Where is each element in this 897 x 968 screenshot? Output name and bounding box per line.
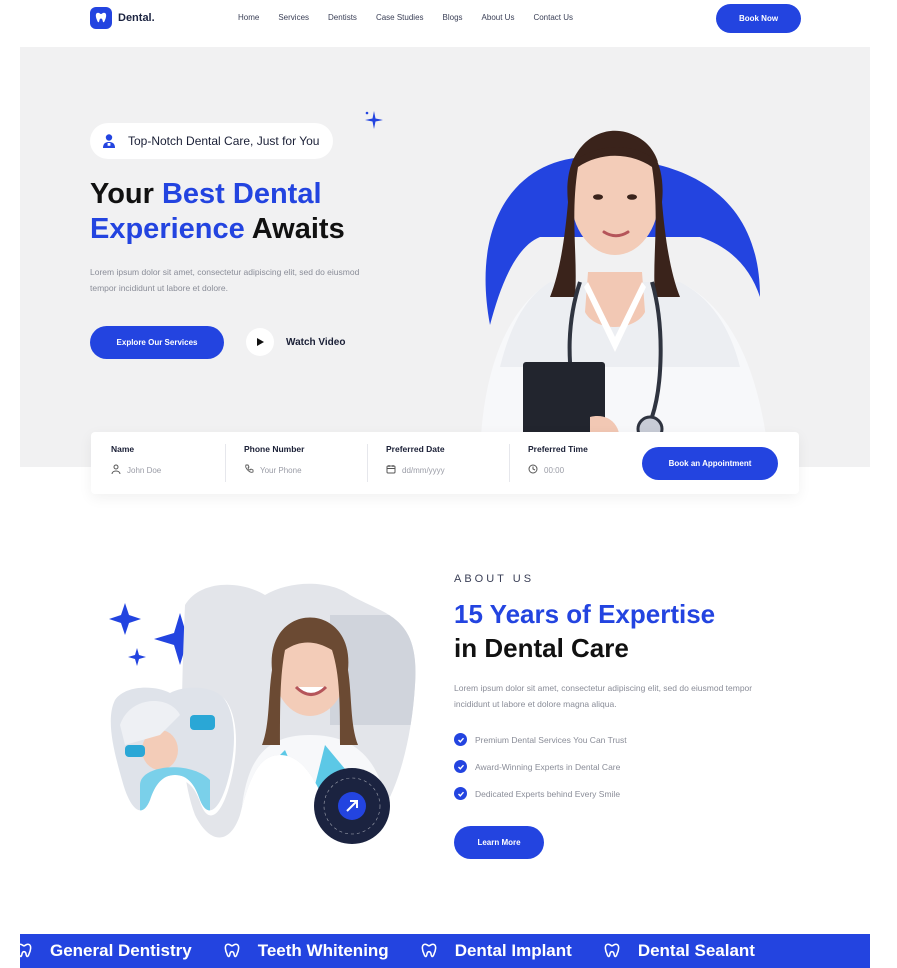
- hero-description: Lorem ipsum dolor sit amet, consectetur …: [90, 267, 360, 293]
- calendar-icon: [386, 464, 396, 476]
- hero-title-part-2: Awaits: [244, 213, 345, 245]
- dentist-icon: [100, 132, 118, 150]
- time-input[interactable]: 00:00: [544, 466, 564, 475]
- divider: [367, 444, 368, 482]
- book-now-button[interactable]: Book Now: [716, 4, 801, 33]
- list-item: Award-Winning Experts in Dental Care: [454, 753, 627, 780]
- check-icon: [454, 760, 467, 773]
- nav-link-contact[interactable]: Contact Us: [533, 13, 573, 22]
- date-field-label: Preferred Date: [386, 444, 445, 454]
- about-image: [109, 583, 416, 844]
- divider: [509, 444, 510, 482]
- hero-title: Your Best Dental Experience Awaits: [90, 177, 410, 247]
- phone-field[interactable]: Phone Number Your Phone: [244, 444, 304, 476]
- logo-text: Dental.: [118, 12, 155, 24]
- list-item: Premium Dental Services You Can Trust: [454, 726, 627, 753]
- user-icon: [111, 464, 121, 476]
- learn-more-button[interactable]: Learn More: [454, 826, 544, 859]
- marquee-item: Teeth Whitening: [257, 941, 389, 960]
- time-field[interactable]: Preferred Time 00:00: [528, 444, 588, 476]
- time-field-label: Preferred Time: [528, 444, 588, 454]
- phone-input[interactable]: Your Phone: [260, 466, 302, 475]
- tooth-icon: [602, 941, 622, 961]
- marquee-item: General Dentistry: [50, 941, 192, 960]
- nav-link-home[interactable]: Home: [238, 13, 259, 22]
- hero-title-highlight: Best Dental: [161, 178, 322, 210]
- phone-field-label: Phone Number: [244, 444, 305, 454]
- hero-title-part: Your: [90, 178, 162, 210]
- watch-video-label[interactable]: Watch Video: [286, 337, 345, 348]
- nav-link-about[interactable]: About Us: [482, 13, 515, 22]
- nav-links: Home Services Dentists Case Studies Blog…: [238, 13, 573, 22]
- check-text: Award-Winning Experts in Dental Care: [475, 761, 621, 772]
- phone-icon: [244, 464, 254, 476]
- about-title-part: in Dental Care: [454, 633, 629, 663]
- about-description: Lorem ipsum dolor sit amet, consectetur …: [454, 683, 753, 709]
- nav-link-case-studies[interactable]: Case Studies: [376, 13, 424, 22]
- about-eyebrow: ABOUT US: [454, 573, 535, 585]
- marquee-track: General Dentistry Teeth Whitening Dental…: [20, 941, 785, 961]
- book-appointment-button[interactable]: Book an Appointment: [642, 447, 778, 480]
- name-field[interactable]: Name John Doe: [111, 444, 161, 476]
- contact-badge: [314, 768, 390, 844]
- hero-section: Top-Notch Dental Care, Just for You Your…: [20, 47, 870, 467]
- hero-badge: Top-Notch Dental Care, Just for You: [90, 123, 334, 159]
- tooth-icon: [419, 941, 439, 961]
- check-icon: [454, 787, 467, 800]
- logo[interactable]: Dental.: [90, 7, 155, 29]
- watch-video-link[interactable]: Watch Video: [246, 328, 345, 356]
- date-input[interactable]: dd/mm/yyyy: [402, 466, 445, 475]
- marquee-item: Dental Implant: [454, 941, 572, 960]
- name-field-label: Name: [111, 444, 135, 454]
- explore-services-button[interactable]: Explore Our Services: [90, 326, 224, 359]
- sparkle-icon: [128, 648, 146, 666]
- about-title: 15 Years of Expertise in Dental Care: [454, 597, 834, 665]
- appointment-form: Name John Doe Phone Number Your Phone Pr…: [91, 432, 799, 494]
- check-icon: [454, 733, 467, 746]
- tooth-icon: [20, 941, 34, 961]
- doctor-image: [480, 130, 770, 467]
- name-input[interactable]: John Doe: [127, 466, 161, 475]
- about-checklist: Premium Dental Services You Can Trust Aw…: [454, 726, 627, 807]
- check-text: Dedicated Experts behind Every Smile: [475, 788, 621, 799]
- nav-link-dentists[interactable]: Dentists: [328, 13, 357, 22]
- nav-link-blogs[interactable]: Blogs: [443, 13, 463, 22]
- about-title-highlight: 15 Years of Expertise: [454, 599, 716, 629]
- nav-link-services[interactable]: Services: [278, 13, 309, 22]
- services-marquee: General Dentistry Teeth Whitening Dental…: [20, 934, 870, 968]
- hero-badge-text: Top-Notch Dental Care, Just for You: [128, 134, 320, 148]
- hero-title-highlight-2: Experience: [90, 213, 245, 245]
- date-field[interactable]: Preferred Date dd/mm/yyyy: [386, 444, 445, 476]
- top-nav: Dental. Home Services Dentists Case Stud…: [0, 0, 897, 40]
- tooth-logo-icon: [90, 7, 112, 29]
- play-icon[interactable]: [246, 328, 274, 356]
- tooth-icon: [222, 941, 242, 961]
- marquee-item: Dental Sealant: [637, 941, 755, 960]
- sparkle-icon: [109, 603, 141, 635]
- clock-icon: [528, 464, 538, 476]
- divider: [225, 444, 226, 482]
- sparkle-icon: [363, 109, 385, 136]
- check-text: Premium Dental Services You Can Trust: [475, 734, 627, 745]
- list-item: Dedicated Experts behind Every Smile: [454, 780, 627, 807]
